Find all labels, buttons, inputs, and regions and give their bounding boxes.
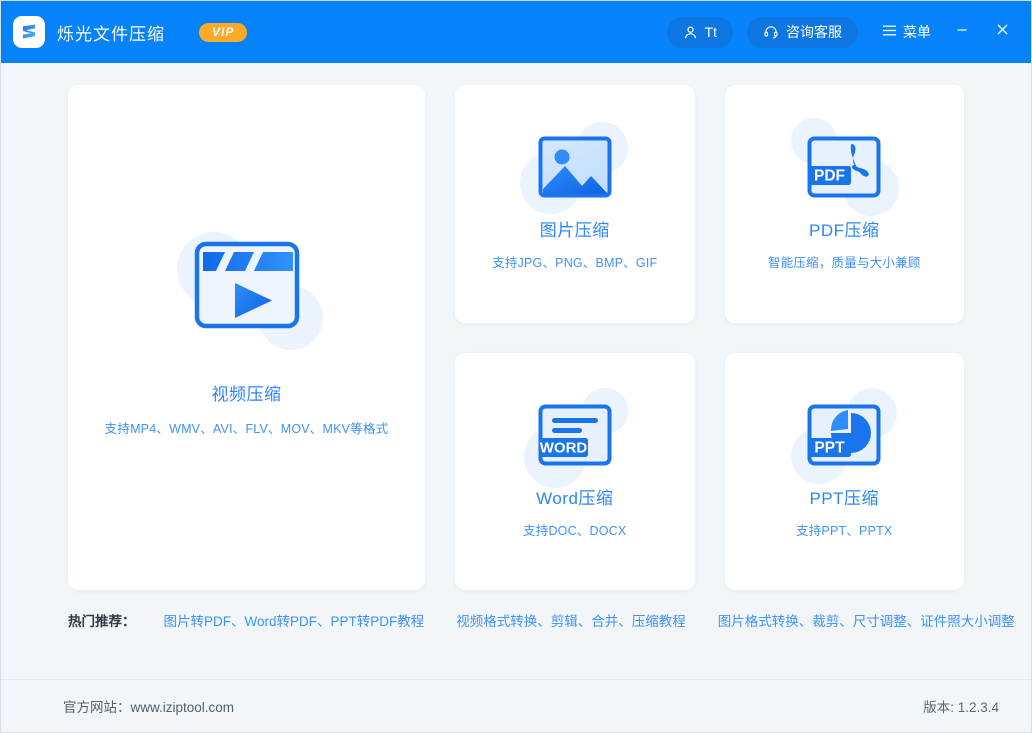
app-version: 版本: 1.2.3.4 — [923, 696, 999, 716]
card-video-compress[interactable]: 视频压缩 支持MP4、WMV、AVI、FLV、MOV、MKV等格式 — [68, 85, 425, 590]
minimize-button[interactable] — [949, 19, 975, 45]
word-file-icon: WORD — [538, 404, 612, 466]
app-title: 烁光文件压缩 — [57, 20, 165, 45]
card-subtitle: 支持PPT、PPTX — [796, 520, 892, 539]
right-columns: 图片压缩 支持JPG、PNG、BMP、GIF — [455, 85, 964, 590]
status-bar: 官方网站：www.iziptool.com 版本: 1.2.3.4 — [1, 679, 1031, 732]
support-button[interactable]: 咨询客服 — [747, 17, 858, 48]
minimize-icon — [955, 23, 969, 42]
title-bar: 烁光文件压缩 VIP Tt — [1, 1, 1031, 63]
app-window: 烁光文件压缩 VIP Tt — [0, 0, 1032, 733]
account-label: Tt — [705, 24, 717, 40]
card-subtitle: 支持JPG、PNG、BMP、GIF — [492, 252, 657, 271]
hot-label: 热门推荐： — [68, 610, 136, 630]
hot-recommendations: 热门推荐： 图片转PDF、Word转PDF、PPT转PDF教程 视频格式转换、剪… — [1, 590, 1031, 650]
ppt-file-icon: PPT — [807, 404, 881, 466]
pdf-badge-text: PDF — [814, 168, 845, 185]
account-button[interactable]: Tt — [667, 17, 733, 48]
ppt-badge-text: PPT — [815, 439, 846, 456]
hamburger-icon — [882, 24, 897, 40]
card-subtitle: 智能压缩，质量与大小兼顾 — [768, 252, 920, 271]
card-word-compress[interactable]: WORD Word压缩 支持DOC、DOCX — [455, 353, 695, 591]
main-content: 视频压缩 支持MP4、WMV、AVI、FLV、MOV、MKV等格式 — [1, 63, 1031, 679]
hot-link-image-tutorials[interactable]: 图片格式转换、裁剪、尺寸调整、证件照大小调整 — [718, 610, 1015, 630]
card-ppt-compress[interactable]: PPT PPT压缩 支持PPT、PPTX — [725, 353, 965, 591]
official-website[interactable]: 官方网站：www.iziptool.com — [63, 696, 234, 716]
support-label: 咨询客服 — [786, 22, 842, 42]
card-subtitle: 支持MP4、WMV、AVI、FLV、MOV、MKV等格式 — [105, 418, 389, 437]
close-icon — [995, 22, 1010, 42]
video-file-icon — [193, 238, 301, 332]
brand: 烁光文件压缩 VIP — [13, 16, 247, 48]
headset-icon — [763, 24, 779, 40]
card-title: 视频压缩 — [212, 380, 282, 405]
card-title: Word压缩 — [536, 484, 613, 509]
image-file-icon — [538, 136, 612, 198]
video-column: 视频压缩 支持MP4、WMV、AVI、FLV、MOV、MKV等格式 — [68, 85, 425, 590]
card-title: PDF压缩 — [809, 216, 880, 241]
hot-link-video-tutorials[interactable]: 视频格式转换、剪辑、合并、压缩教程 — [456, 610, 686, 630]
menu-button[interactable]: 菜单 — [872, 22, 935, 42]
card-subtitle: 支持DOC、DOCX — [523, 520, 626, 539]
close-button[interactable] — [989, 19, 1015, 45]
card-pdf-compress[interactable]: PDF PDF压缩 智能压缩，质量与大小兼顾 — [725, 85, 965, 323]
pdf-file-icon: PDF — [807, 136, 881, 198]
hot-links: 图片转PDF、Word转PDF、PPT转PDF教程 视频格式转换、剪辑、合并、压… — [164, 610, 1015, 630]
card-row-bottom: WORD Word压缩 支持DOC、DOCX — [455, 353, 964, 591]
vip-badge[interactable]: VIP — [199, 23, 247, 42]
menu-label: 菜单 — [903, 22, 931, 42]
titlebar-actions: Tt 咨询客服 — [667, 17, 1015, 48]
hot-link-pdf-tutorials[interactable]: 图片转PDF、Word转PDF、PPT转PDF教程 — [164, 610, 425, 630]
card-title: PPT压缩 — [809, 484, 879, 509]
card-row-top: 图片压缩 支持JPG、PNG、BMP、GIF — [455, 85, 964, 323]
card-image-compress[interactable]: 图片压缩 支持JPG、PNG、BMP、GIF — [455, 85, 695, 323]
tool-card-grid: 视频压缩 支持MP4、WMV、AVI、FLV、MOV、MKV等格式 — [1, 85, 1031, 590]
app-logo-icon — [13, 16, 45, 48]
word-badge-text: WORD — [540, 439, 588, 456]
user-icon — [683, 25, 698, 40]
card-title: 图片压缩 — [540, 216, 610, 241]
